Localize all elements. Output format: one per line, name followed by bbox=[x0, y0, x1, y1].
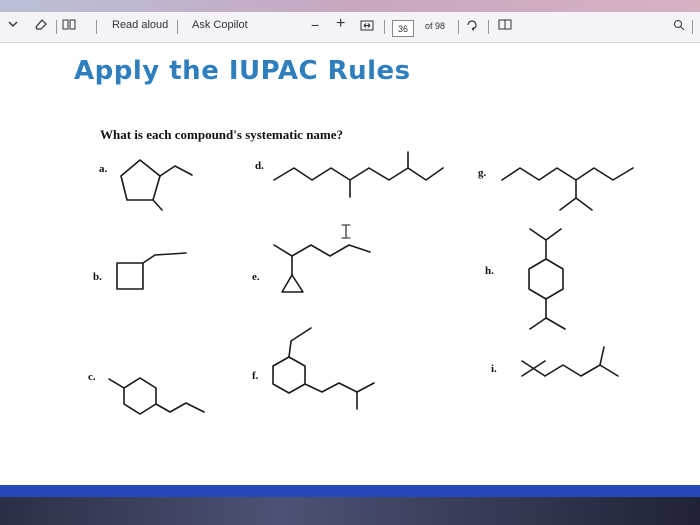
structure-c bbox=[108, 377, 205, 415]
structure-i bbox=[521, 346, 619, 377]
structure-b bbox=[116, 252, 187, 290]
structure-d bbox=[273, 151, 444, 198]
structure-e bbox=[273, 244, 371, 293]
structure-a bbox=[120, 159, 193, 211]
text-cursor-icon bbox=[341, 224, 351, 239]
bottom-accent-band bbox=[0, 485, 700, 497]
structure-h bbox=[528, 228, 566, 330]
structure-g bbox=[501, 167, 634, 211]
structure-f bbox=[272, 327, 375, 410]
structures-canvas bbox=[108, 151, 634, 415]
bottom-frame bbox=[0, 497, 700, 525]
